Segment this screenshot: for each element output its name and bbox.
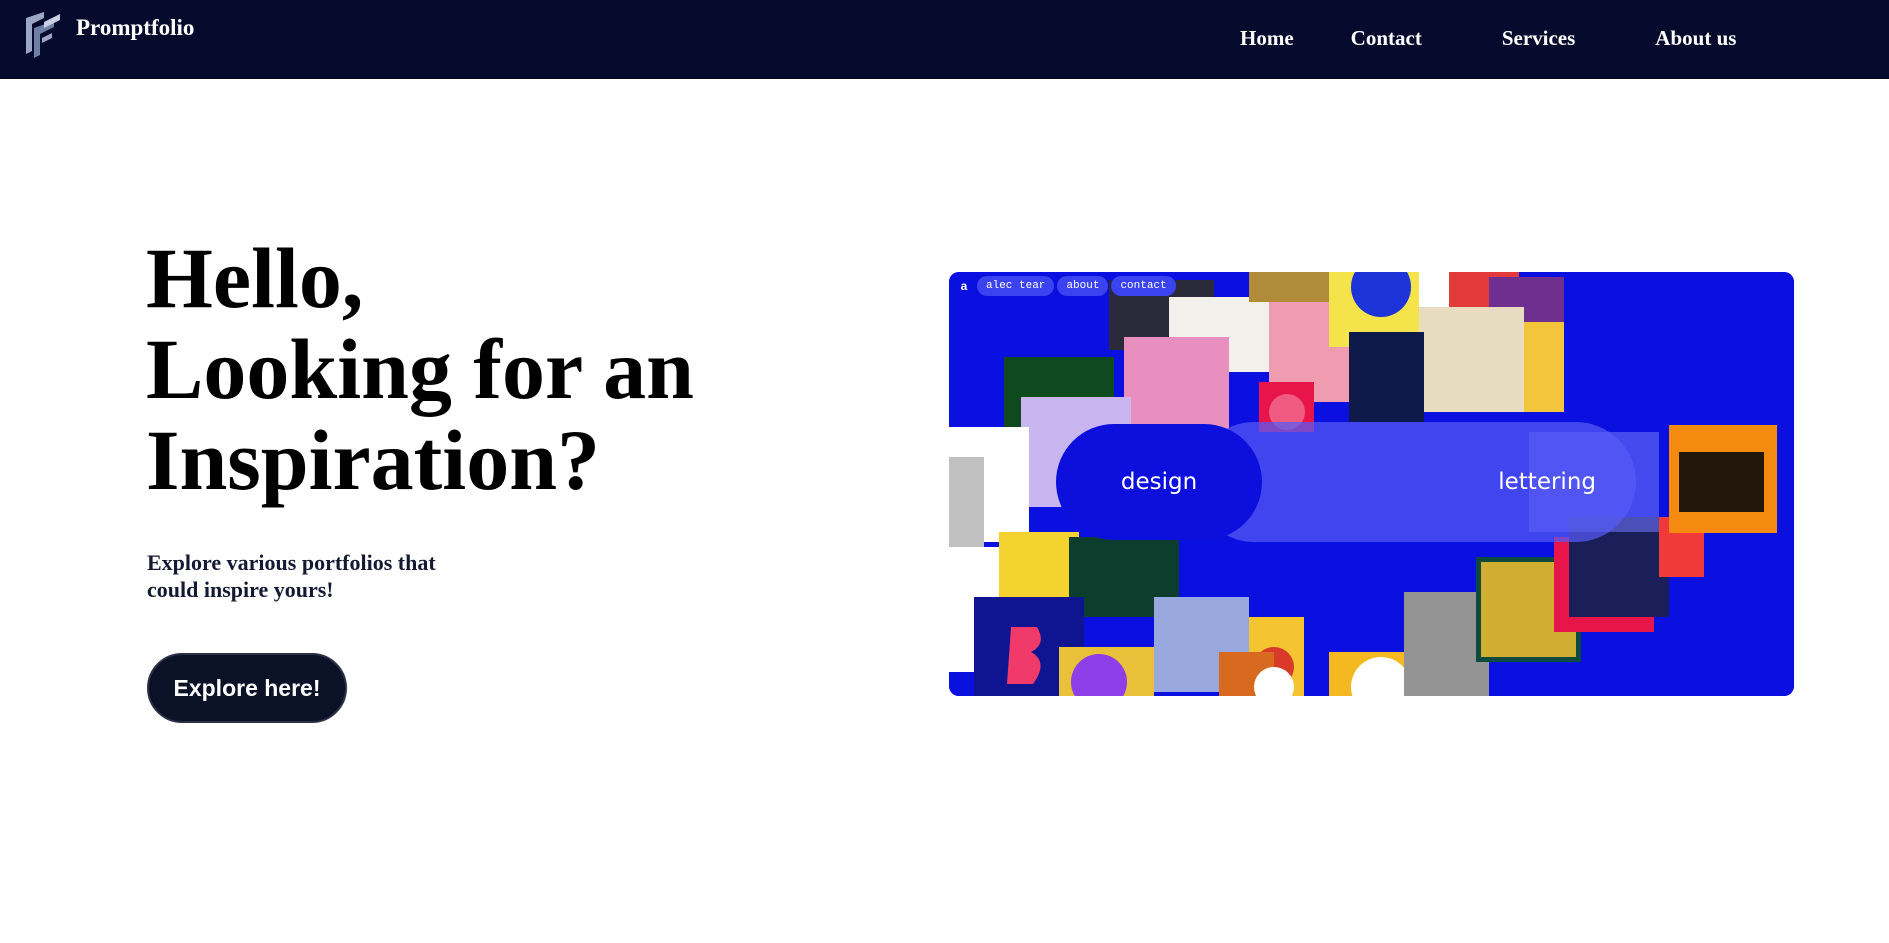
hero-subtitle-line: Explore various portfolios that [147, 550, 436, 575]
hero-title-line: Looking for an [146, 321, 694, 417]
explore-button[interactable]: Explore here! [147, 653, 347, 723]
mini-nav-about[interactable]: about [1057, 276, 1109, 296]
hero-title: Hello, Looking for an Inspiration? [146, 233, 694, 506]
hero-title-line: Inspiration? [146, 412, 601, 508]
hero-subtitle: Explore various portfolios that could in… [147, 549, 436, 603]
design-pill[interactable]: design [1056, 424, 1262, 540]
nav-contact[interactable]: Contact [1351, 26, 1422, 51]
portfolio-showcase-image[interactable]: a alec tear about contact lettering desi… [949, 272, 1794, 696]
navbar: Promptfolio Home Contact Services About … [0, 0, 1889, 79]
brand-name: Promptfolio [76, 15, 195, 40]
mini-logo-icon[interactable]: a [955, 277, 973, 295]
main-nav: Home Contact Services About us [1240, 26, 1736, 51]
mini-nav-alec-tear[interactable]: alec tear [977, 276, 1055, 296]
mini-nav: a alec tear about contact [955, 276, 1179, 296]
hero-subtitle-line: could inspire yours! [147, 577, 334, 602]
hero-title-line: Hello, [146, 230, 364, 326]
promptfolio-logo-icon [26, 12, 60, 58]
nav-about-us[interactable]: About us [1655, 26, 1736, 51]
nav-services[interactable]: Services [1502, 26, 1575, 51]
mini-nav-contact[interactable]: contact [1111, 276, 1176, 296]
nav-home[interactable]: Home [1240, 26, 1294, 51]
brand[interactable]: Promptfolio [22, 8, 194, 60]
